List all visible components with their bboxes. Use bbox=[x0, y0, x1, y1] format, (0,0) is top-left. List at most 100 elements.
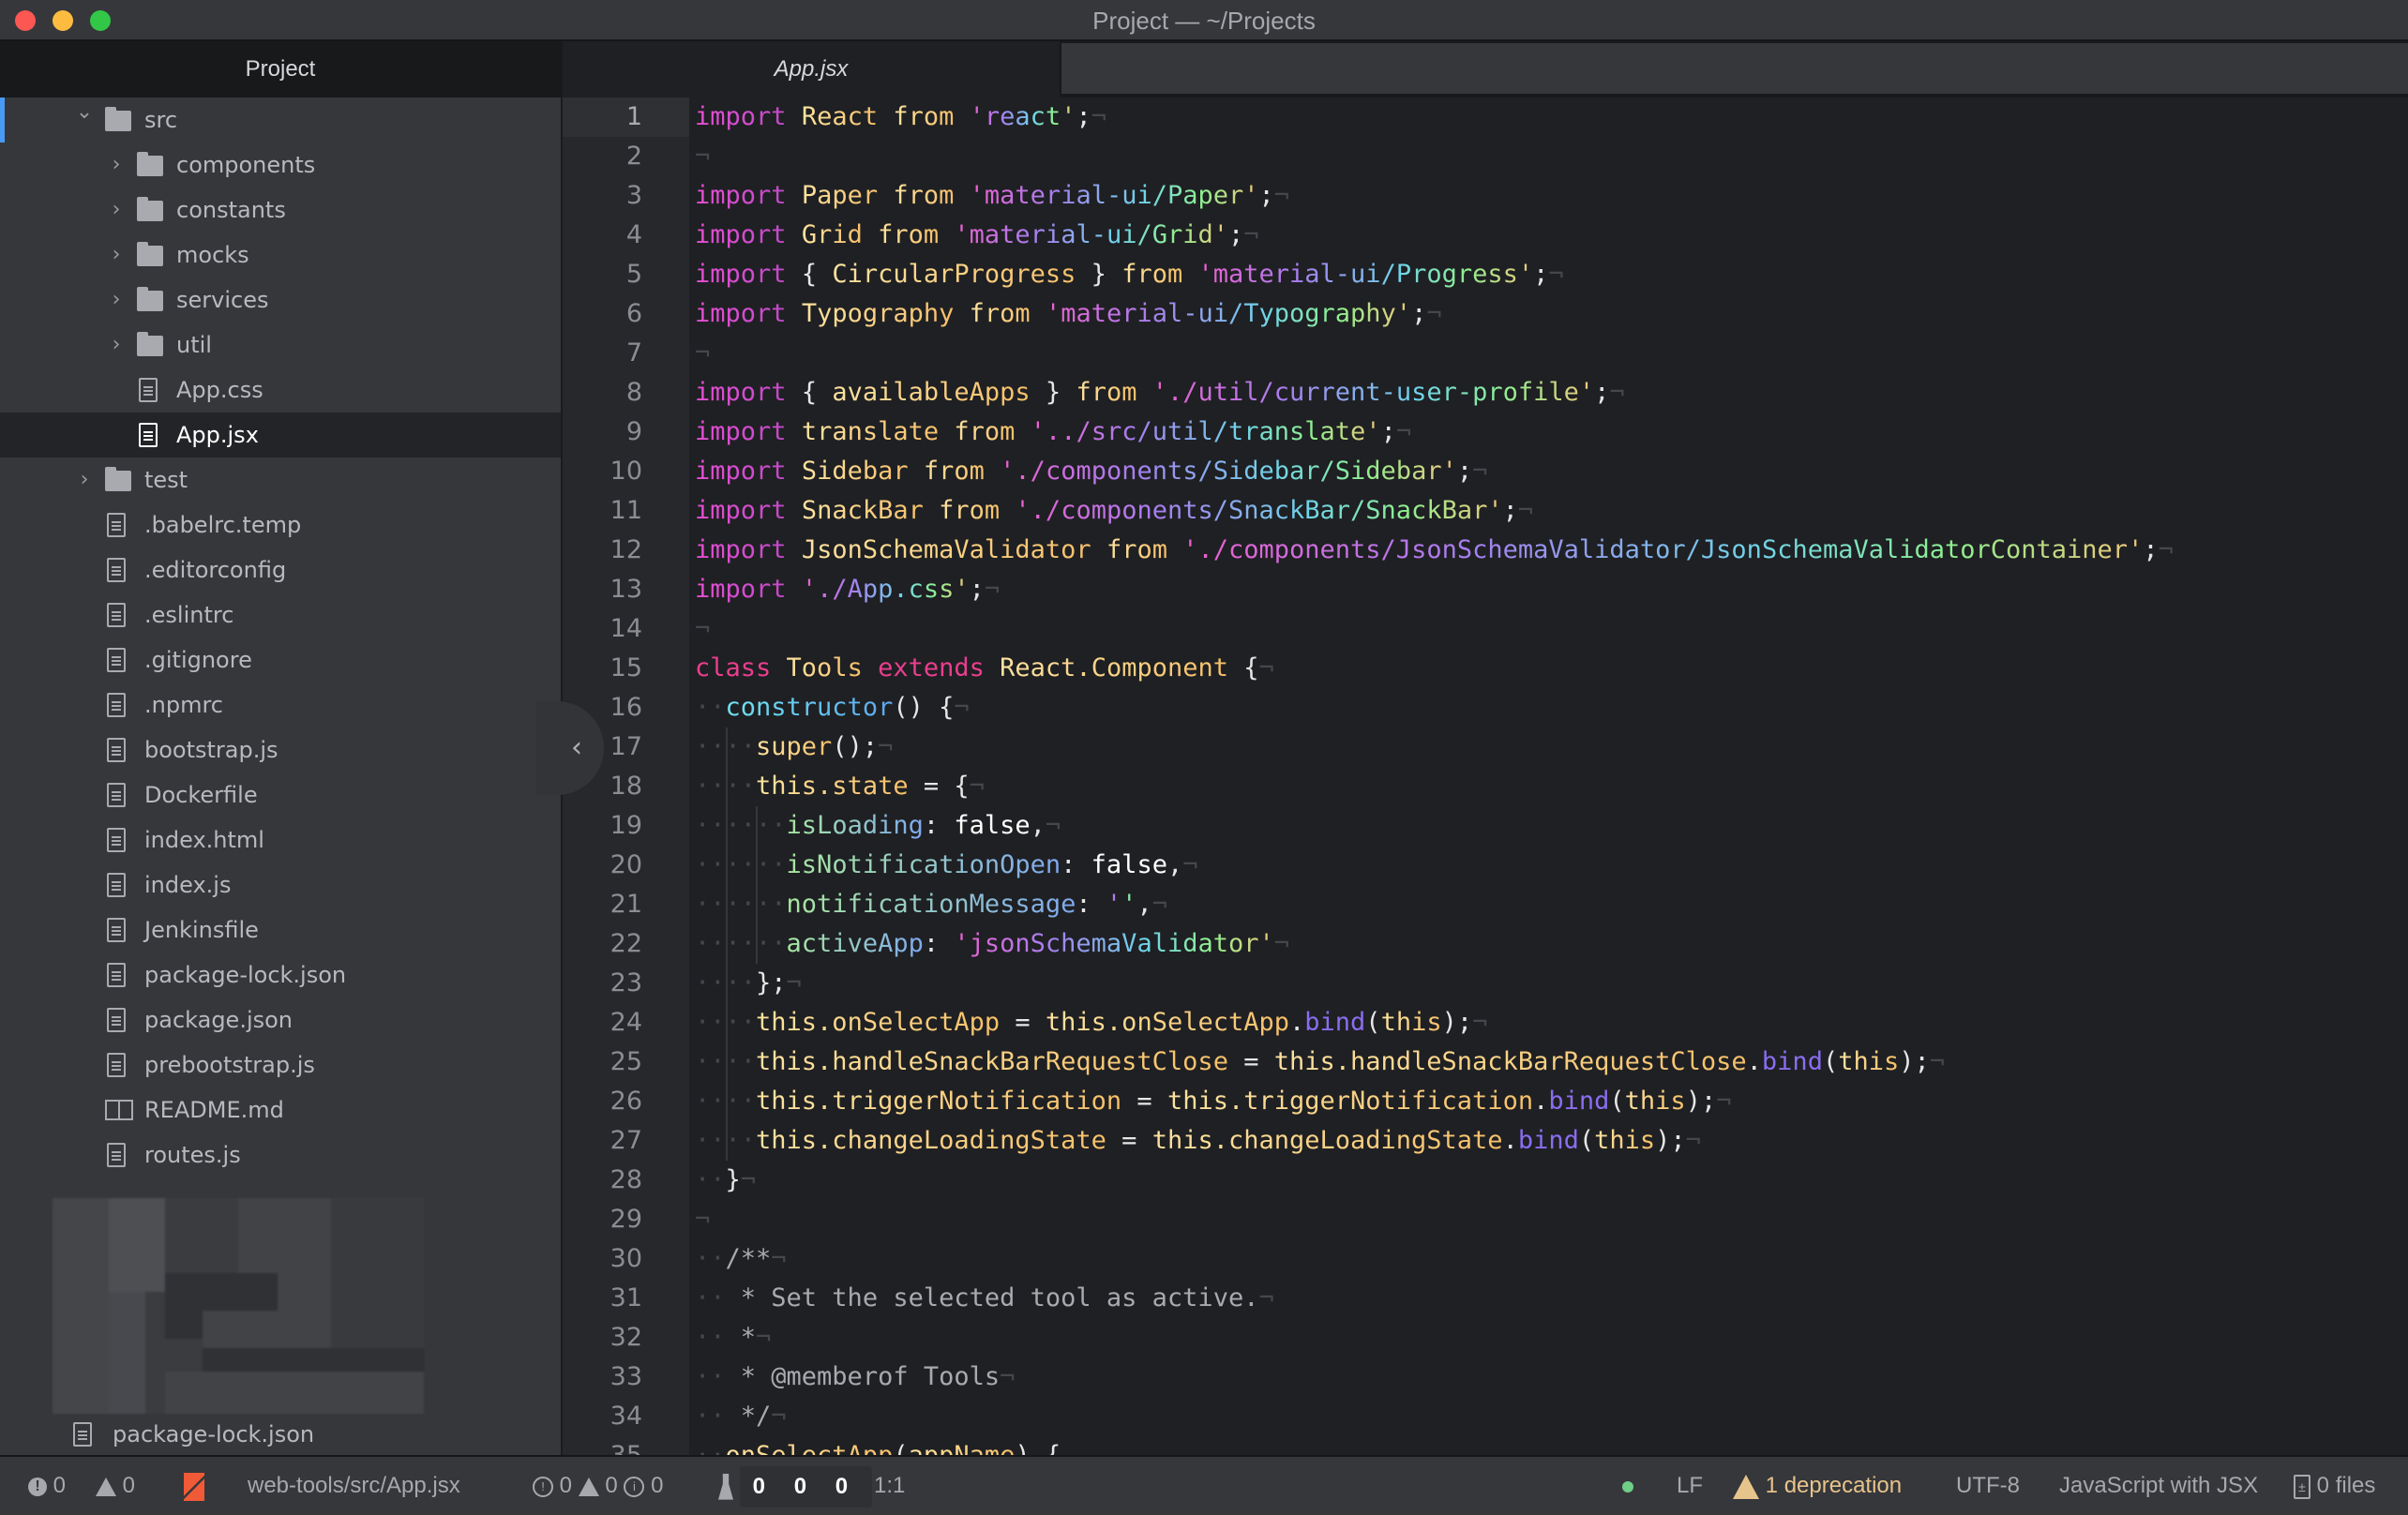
line-number[interactable]: 29 bbox=[563, 1200, 689, 1239]
tree-item[interactable]: routes.js bbox=[0, 1132, 561, 1178]
code-line[interactable]: ····this.onSelectApp = this.onSelectApp.… bbox=[689, 1003, 2408, 1042]
tree-item[interactable]: ⌄ src bbox=[0, 98, 561, 142]
code-line[interactable]: import translate from '../src/util/trans… bbox=[689, 412, 2408, 452]
code-line[interactable]: ·· */¬ bbox=[689, 1397, 2408, 1436]
diagnostics-summary[interactable]: ! 0 0 i 0 bbox=[533, 1457, 663, 1515]
git-status[interactable] bbox=[184, 1457, 204, 1515]
cursor-position[interactable]: 1:1 bbox=[874, 1457, 905, 1515]
code-line[interactable]: ¬ bbox=[689, 137, 2408, 176]
code-line[interactable]: import React from 'react';¬ bbox=[689, 98, 2408, 137]
tree-item[interactable]: index.html bbox=[0, 818, 561, 862]
tree-item[interactable]: › components bbox=[0, 142, 561, 188]
line-number[interactable]: 12 bbox=[563, 531, 689, 570]
code-line[interactable]: ····this.changeLoadingState = this.chang… bbox=[689, 1121, 2408, 1161]
line-number[interactable]: 9 bbox=[563, 412, 689, 452]
git-changed-files[interactable]: ± 0 files bbox=[2294, 1457, 2375, 1515]
chevron-right-icon[interactable]: › bbox=[107, 188, 126, 232]
code-line[interactable]: import Typography from 'material-ui/Typo… bbox=[689, 294, 2408, 334]
line-number[interactable]: 30 bbox=[563, 1239, 689, 1279]
line-number[interactable]: 1 bbox=[563, 98, 689, 137]
code-line[interactable]: ····this.handleSnackBarRequestClose = th… bbox=[689, 1042, 2408, 1082]
tree-item[interactable]: App.css bbox=[0, 368, 561, 412]
line-number[interactable]: 28 bbox=[563, 1161, 689, 1200]
line-ending-selector[interactable]: LF bbox=[1677, 1457, 1703, 1515]
tree-item[interactable]: README.md bbox=[0, 1088, 561, 1132]
line-number[interactable]: 25 bbox=[563, 1042, 689, 1082]
code-line[interactable]: import Grid from 'material-ui/Grid';¬ bbox=[689, 216, 2408, 255]
code-line[interactable]: ·· * @memberof Tools¬ bbox=[689, 1358, 2408, 1397]
code-line[interactable]: import './App.css';¬ bbox=[689, 570, 2408, 609]
tree-item[interactable]: Jenkinsfile bbox=[0, 908, 561, 952]
code-line[interactable]: class Tools extends React.Component {¬ bbox=[689, 649, 2408, 688]
code-line[interactable]: ··}¬ bbox=[689, 1161, 2408, 1200]
code-line[interactable]: import Sidebar from './components/Sideba… bbox=[689, 452, 2408, 491]
code-line[interactable]: import SnackBar from './components/Snack… bbox=[689, 491, 2408, 531]
grammar-selector[interactable]: JavaScript with JSX bbox=[2059, 1457, 2258, 1515]
code-line[interactable]: import { availableApps } from './util/cu… bbox=[689, 373, 2408, 412]
line-number[interactable]: 11 bbox=[563, 491, 689, 531]
line-number[interactable]: 23 bbox=[563, 964, 689, 1003]
tree-item[interactable]: App.jsx bbox=[0, 412, 561, 458]
encoding-selector[interactable]: UTF-8 bbox=[1956, 1457, 2020, 1515]
line-number[interactable]: 20 bbox=[563, 846, 689, 885]
line-number[interactable]: 35 bbox=[563, 1436, 689, 1455]
chevron-right-icon[interactable]: › bbox=[75, 458, 94, 502]
deprecation-cop[interactable]: 1 deprecation bbox=[1733, 1457, 1902, 1515]
code-line[interactable]: import Paper from 'material-ui/Paper';¬ bbox=[689, 176, 2408, 216]
line-number[interactable]: 32 bbox=[563, 1318, 689, 1358]
code-line[interactable]: ······ activeApp: 'jsonSchemaValidator'¬ bbox=[689, 924, 2408, 964]
code-line[interactable]: ··onSelectApp(appName) { bbox=[689, 1436, 2408, 1455]
project-panel-title[interactable]: Project bbox=[0, 41, 561, 98]
chevron-down-icon[interactable]: ⌄ bbox=[75, 90, 94, 135]
tree-item[interactable]: package-lock.json bbox=[0, 952, 561, 998]
line-number[interactable]: 7 bbox=[563, 334, 689, 373]
test-runner-status[interactable]: 0 0 0 bbox=[718, 1457, 873, 1515]
file-path[interactable]: web-tools/src/App.jsx bbox=[248, 1457, 460, 1515]
line-number[interactable]: 22 bbox=[563, 924, 689, 964]
code-line[interactable]: ¬ bbox=[689, 609, 2408, 649]
line-number[interactable]: 14 bbox=[563, 609, 689, 649]
tree-item[interactable]: › constants bbox=[0, 188, 561, 232]
line-number[interactable]: 24 bbox=[563, 1003, 689, 1042]
linter-errors[interactable]: ! 0 bbox=[28, 1457, 66, 1515]
code-line[interactable]: ······ notificationMessage: '',¬ bbox=[689, 885, 2408, 924]
tree-item[interactable]: Dockerfile bbox=[0, 772, 561, 818]
status-indicator[interactable] bbox=[1622, 1457, 1633, 1515]
code-line[interactable]: import { CircularProgress } from 'materi… bbox=[689, 255, 2408, 294]
chevron-right-icon[interactable]: › bbox=[107, 322, 126, 368]
code-line[interactable]: ····this.triggerNotification = this.trig… bbox=[689, 1082, 2408, 1121]
code-line[interactable]: ······ isLoading: false,¬ bbox=[689, 806, 2408, 846]
line-number[interactable]: 13 bbox=[563, 570, 689, 609]
code-line[interactable]: ·· *¬ bbox=[689, 1318, 2408, 1358]
code-line[interactable]: ¬ bbox=[689, 1200, 2408, 1239]
pending-file-item[interactable]: package-lock.json bbox=[0, 1414, 561, 1455]
chevron-right-icon[interactable]: › bbox=[107, 278, 126, 322]
tree-item[interactable]: index.js bbox=[0, 862, 561, 908]
code-line[interactable]: ··constructor() {¬ bbox=[689, 688, 2408, 728]
tab-bar-empty-area[interactable] bbox=[1061, 43, 2408, 94]
line-number[interactable]: 15 bbox=[563, 649, 689, 688]
line-number[interactable]: 10 bbox=[563, 452, 689, 491]
code-line[interactable]: ····};¬ bbox=[689, 964, 2408, 1003]
tree-item[interactable]: .babelrc.temp bbox=[0, 502, 561, 548]
code-line[interactable]: ··/**¬ bbox=[689, 1239, 2408, 1279]
code-line[interactable]: import JsonSchemaValidator from './compo… bbox=[689, 531, 2408, 570]
line-number[interactable]: 19 bbox=[563, 806, 689, 846]
line-number[interactable]: 33 bbox=[563, 1358, 689, 1397]
code-line[interactable]: ····this.state = {¬ bbox=[689, 767, 2408, 806]
tree-item[interactable]: › test bbox=[0, 458, 561, 502]
line-number[interactable]: 3 bbox=[563, 176, 689, 216]
tree-item[interactable]: bootstrap.js bbox=[0, 728, 561, 772]
code-line[interactable]: ····super();¬ bbox=[689, 728, 2408, 767]
tab-app-jsx[interactable]: App.jsx bbox=[563, 41, 1060, 98]
tree-item[interactable]: .eslintrc bbox=[0, 592, 561, 638]
line-number[interactable]: 27 bbox=[563, 1121, 689, 1161]
chevron-right-icon[interactable]: › bbox=[107, 232, 126, 278]
tree-item[interactable]: .npmrc bbox=[0, 682, 561, 728]
line-number[interactable]: 26 bbox=[563, 1082, 689, 1121]
code-line[interactable]: ······ isNotificationOpen: false,¬ bbox=[689, 846, 2408, 885]
code-editor[interactable]: import React from 'react';¬ ¬ import Paper… bbox=[689, 98, 2408, 1455]
tree-item[interactable]: › util bbox=[0, 322, 561, 368]
line-number[interactable]: 31 bbox=[563, 1279, 689, 1318]
line-number[interactable]: 8 bbox=[563, 373, 689, 412]
